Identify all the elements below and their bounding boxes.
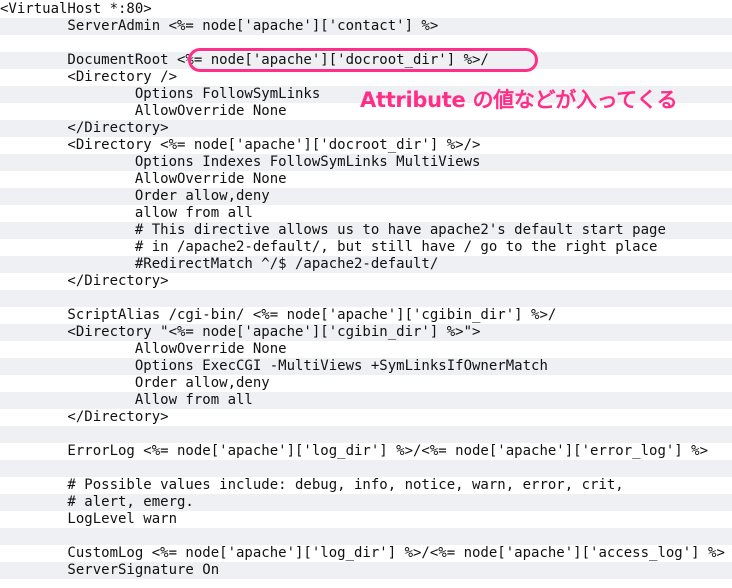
- code-line: Allow from all: [0, 392, 732, 409]
- code-line: <VirtualHost *:80>: [0, 1, 152, 17]
- code-line: <Directory <%= node['apache']['docroot_d…: [0, 137, 481, 153]
- code-line: AllowOverride None: [0, 341, 287, 357]
- annotation-label: Attribute の値などが入ってくる: [360, 88, 678, 112]
- code-line: Options Indexes FollowSymLinks MultiView…: [0, 154, 732, 171]
- code-line: # Possible values include: debug, info, …: [0, 477, 624, 493]
- code-line: LogLevel warn: [0, 511, 178, 527]
- code-line: </Directory>: [0, 409, 169, 425]
- highlight-ring: [188, 48, 538, 72]
- code-line: [0, 460, 732, 477]
- code-line: ServerSignature On: [0, 562, 732, 579]
- code-line: ScriptAlias /cgi-bin/ <%= node['apache']…: [0, 307, 557, 323]
- code-line: #RedirectMatch ^/$ /apache2-default/: [0, 256, 732, 273]
- code-line: [0, 426, 732, 443]
- code-line: ErrorLog <%= node['apache']['log_dir'] %…: [0, 443, 709, 459]
- code-line: Order allow,deny: [0, 375, 270, 391]
- code-line: <Directory "<%= node['apache']['cgibin_d…: [0, 324, 732, 341]
- code-line: # This directive allows us to have apach…: [0, 222, 732, 239]
- code-line: # in /apache2-default/, but still have /…: [0, 239, 658, 255]
- code-line: AllowOverride None: [0, 171, 287, 187]
- code-line: </Directory>: [0, 120, 732, 137]
- code-line: # alert, emerg.: [0, 494, 732, 511]
- code-line: [0, 290, 732, 307]
- code-line: ServerAdmin <%= node['apache']['contact'…: [0, 18, 732, 35]
- code-line: [0, 528, 732, 545]
- code-line: Order allow,deny: [0, 188, 732, 205]
- code-line: </Directory>: [0, 273, 169, 289]
- code-line: allow from all: [0, 205, 253, 221]
- code-line: Options ExecCGI -MultiViews +SymLinksIfO…: [0, 358, 732, 375]
- code-line: CustomLog <%= node['apache']['log_dir'] …: [0, 545, 725, 561]
